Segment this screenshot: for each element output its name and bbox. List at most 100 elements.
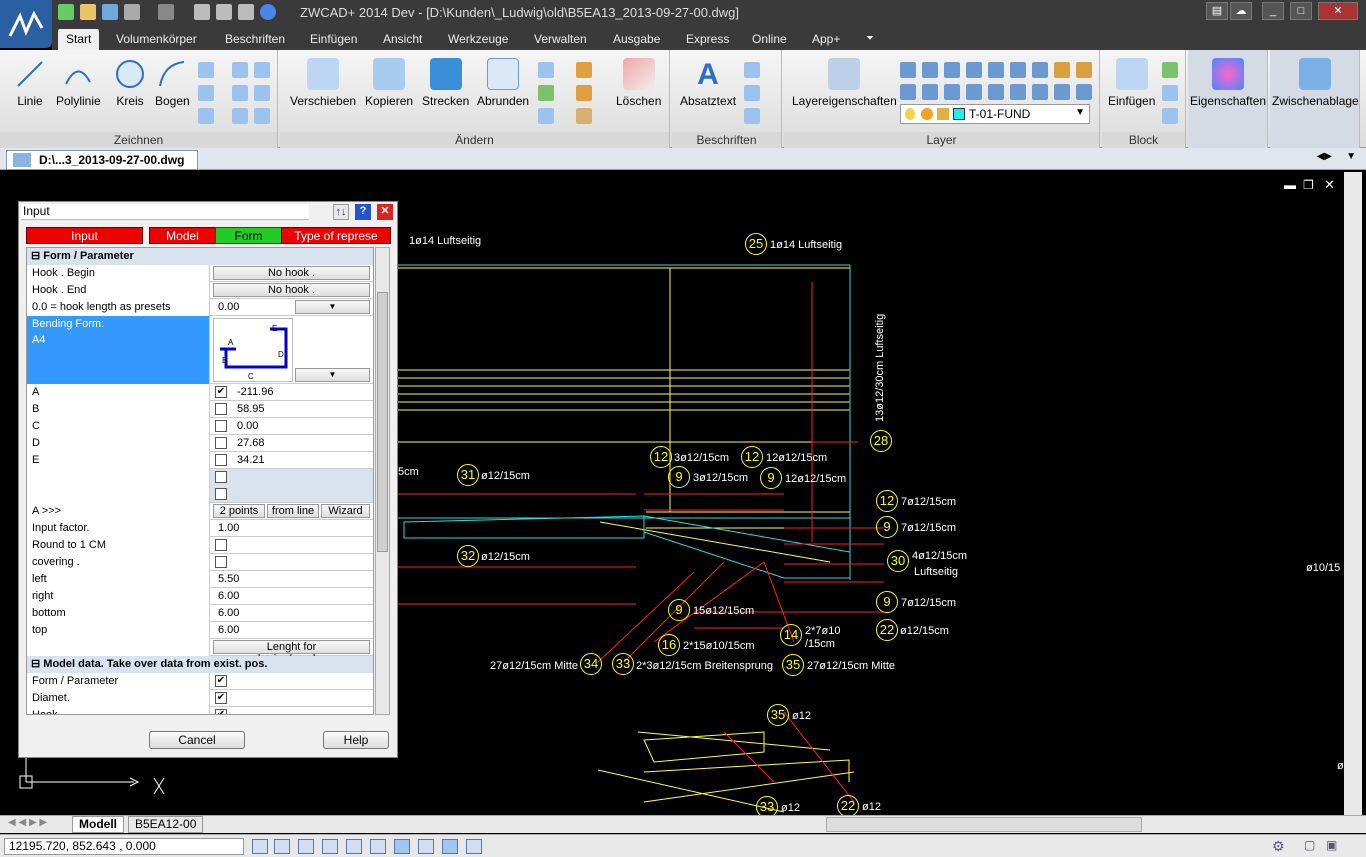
hatch-icon[interactable] (198, 108, 214, 124)
e-value[interactable]: 34.21 (233, 452, 373, 469)
edit-icon[interactable] (576, 85, 592, 101)
layer-tool-icon[interactable] (944, 62, 960, 78)
tab-verwalten[interactable]: Verwalten (526, 29, 595, 50)
layer-tool-icon[interactable] (1032, 62, 1048, 78)
revcloud-icon[interactable] (232, 108, 248, 124)
close-button[interactable]: ✕ (1318, 2, 1358, 20)
spline-icon[interactable] (232, 62, 248, 78)
tab-model[interactable]: Model (149, 227, 216, 244)
wizard-button[interactable]: Wizard (321, 504, 370, 518)
maximize-button[interactable]: □ (1290, 2, 1312, 20)
layer-tool-icon[interactable] (966, 62, 982, 78)
tab-input[interactable]: Input (26, 227, 143, 244)
layer-tool-icon[interactable] (966, 84, 982, 100)
tab-ansicht[interactable]: Ansicht (375, 29, 430, 50)
polylinie-button[interactable]: Polylinie (56, 58, 101, 108)
section-form-parameter[interactable]: ⊟ Form / Parameter (27, 248, 373, 265)
rectangle-icon[interactable] (254, 62, 270, 78)
layer-tool-icon[interactable] (988, 62, 1004, 78)
polygon-icon[interactable] (232, 85, 248, 101)
selection-cycling-icon[interactable] (442, 839, 458, 854)
covering-checkbox[interactable] (215, 556, 227, 568)
layer-tool-icon[interactable] (1076, 84, 1092, 100)
grid-icon[interactable] (274, 839, 290, 854)
c-checkbox[interactable] (215, 420, 227, 432)
layereigenschaften-button[interactable]: Layereigenschaften (792, 58, 897, 108)
lineweight-icon[interactable] (418, 839, 434, 854)
minimize-button[interactable]: _ (1262, 2, 1284, 20)
tab-scroll-arrows-icon[interactable]: ◀▶ (1317, 151, 1332, 162)
e-checkbox[interactable] (215, 454, 227, 466)
tab-modell[interactable]: Modell (72, 816, 124, 833)
hook-begin-button[interactable]: No hook . (213, 266, 370, 280)
right-value[interactable]: 6.00 (214, 588, 373, 605)
create-block-icon[interactable] (1162, 62, 1178, 78)
b-value[interactable]: 58.95 (233, 401, 373, 418)
section-model-data[interactable]: ⊟ Model data. Take over data from exist.… (27, 656, 373, 673)
attribute-icon[interactable] (1162, 108, 1178, 124)
draw-order-icon[interactable] (576, 62, 592, 78)
from-line-button[interactable]: from line (267, 504, 319, 518)
block-edit-icon[interactable] (1162, 85, 1178, 101)
layer-tool-icon[interactable] (900, 84, 916, 100)
strecken-button[interactable]: Strecken (422, 58, 469, 108)
tab-nav-arrows-icon[interactable]: ◀ ◀ ▶ ▶ (8, 817, 47, 828)
viewport-minimize-icon[interactable]: ▬ (1284, 178, 1296, 192)
layer-tool-icon[interactable] (900, 62, 916, 78)
round-checkbox[interactable] (215, 539, 227, 551)
tab-einfuegen[interactable]: Einfügen (302, 29, 365, 50)
layer-tool-icon[interactable] (1054, 62, 1070, 78)
ellipse-icon[interactable] (198, 85, 214, 101)
osnap-icon[interactable] (346, 839, 362, 854)
tab-werkzeuge[interactable]: Werkzeuge (440, 29, 516, 50)
layer-tool-icon[interactable] (1076, 62, 1092, 78)
trim-icon[interactable] (538, 62, 554, 78)
kreis-button[interactable]: Kreis (114, 58, 146, 108)
tab-start[interactable]: Start (58, 29, 100, 50)
cancel-button[interactable]: Cancel (149, 731, 245, 749)
left-value[interactable]: 5.50 (214, 571, 373, 588)
bending-form-dropdown[interactable]: ▼ (295, 368, 370, 382)
tab-ausgabe[interactable]: Ausgabe (605, 29, 668, 50)
group-zwischenablage[interactable]: Zwischenablage (1270, 50, 1360, 148)
cloud-icon[interactable]: ☁ (1230, 2, 1252, 20)
bogen-button[interactable]: Bogen (155, 58, 190, 108)
linie-button[interactable]: Linie (14, 58, 46, 108)
bottom-value[interactable]: 6.00 (214, 605, 373, 622)
ribbon-toggle-icon[interactable]: ⏷ (858, 29, 882, 50)
loeschen-button[interactable]: Löschen (616, 58, 661, 108)
tab-b5ea12-00[interactable]: B5EA12-00 (128, 816, 204, 833)
input-factor-value[interactable]: 1.00 (214, 520, 373, 537)
layer-tool-icon[interactable] (1010, 62, 1026, 78)
layer-tool-icon[interactable] (922, 84, 938, 100)
tray-icon[interactable]: ▢ (1304, 838, 1315, 852)
extra-checkbox[interactable] (215, 488, 227, 500)
model-diamet-checkbox[interactable]: ✔ (215, 692, 227, 704)
sort-icon[interactable]: ↑↓ (333, 204, 349, 220)
mirror-icon[interactable] (538, 85, 554, 101)
help-button[interactable]: Help (323, 731, 389, 749)
d-value[interactable]: 27.68 (233, 435, 373, 452)
dialog-close-icon[interactable]: ✕ (377, 204, 393, 220)
point-icon[interactable] (198, 62, 214, 78)
tab-beschriften[interactable]: Beschriften (217, 29, 293, 50)
workspace-icon[interactable]: ▤ (1206, 2, 1228, 20)
polar-icon[interactable] (322, 839, 338, 854)
otrack-icon[interactable] (370, 839, 386, 854)
hook-length-dropdown[interactable]: ▼ (295, 300, 370, 314)
layer-tool-icon[interactable] (988, 84, 1004, 100)
viewport-restore-icon[interactable]: ❐ (1303, 178, 1314, 192)
horizontal-scrollbar[interactable] (826, 817, 1142, 832)
layer-dropdown[interactable]: T-01-FUND ▼ (900, 104, 1090, 124)
dynamic-ucs-icon[interactable] (394, 839, 410, 854)
verschieben-button[interactable]: Verschieben (290, 58, 356, 108)
ortho-icon[interactable] (298, 839, 314, 854)
clean-screen-icon[interactable]: ▣ (1326, 838, 1337, 852)
plot-icon[interactable] (194, 4, 210, 20)
anchoring-button[interactable]: Lenght for anchoring/overlapp... (213, 640, 370, 665)
leader-icon[interactable] (744, 85, 760, 101)
layer-tool-icon[interactable] (944, 84, 960, 100)
model-form-checkbox[interactable]: ✔ (215, 675, 227, 687)
scrollbar-thumb[interactable] (377, 292, 388, 552)
d-checkbox[interactable] (215, 437, 227, 449)
